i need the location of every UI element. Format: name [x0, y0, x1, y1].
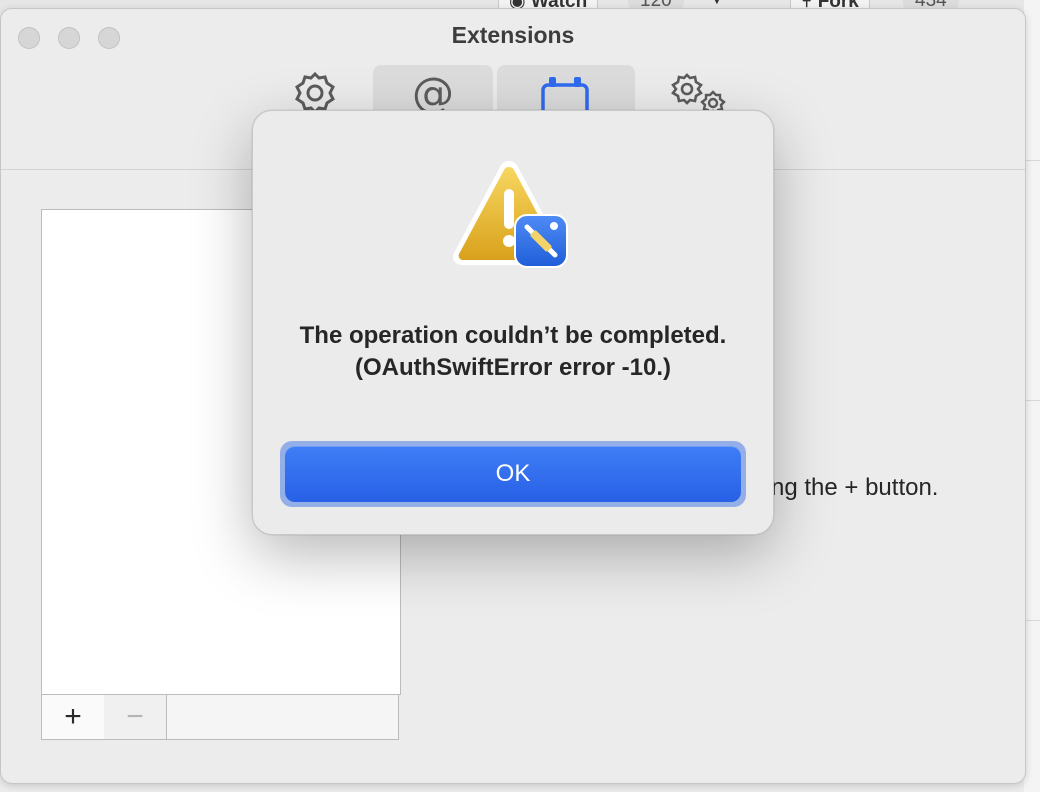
window-title: Extensions — [451, 22, 575, 48]
empty-hint-text: ng the + button. — [771, 474, 939, 501]
list-controls: + − — [41, 694, 399, 740]
alert-message: The operation couldn’t be completed. (OA… — [299, 322, 727, 381]
remove-extension-button[interactable]: − — [104, 695, 167, 739]
add-extension-button[interactable]: + — [42, 695, 105, 739]
background-page-edge — [1024, 0, 1040, 792]
ok-button[interactable]: OK — [285, 446, 741, 502]
error-alert-dialog: The operation couldn’t be completed. (OA… — [252, 110, 774, 535]
warning-app-icon — [452, 161, 568, 268]
